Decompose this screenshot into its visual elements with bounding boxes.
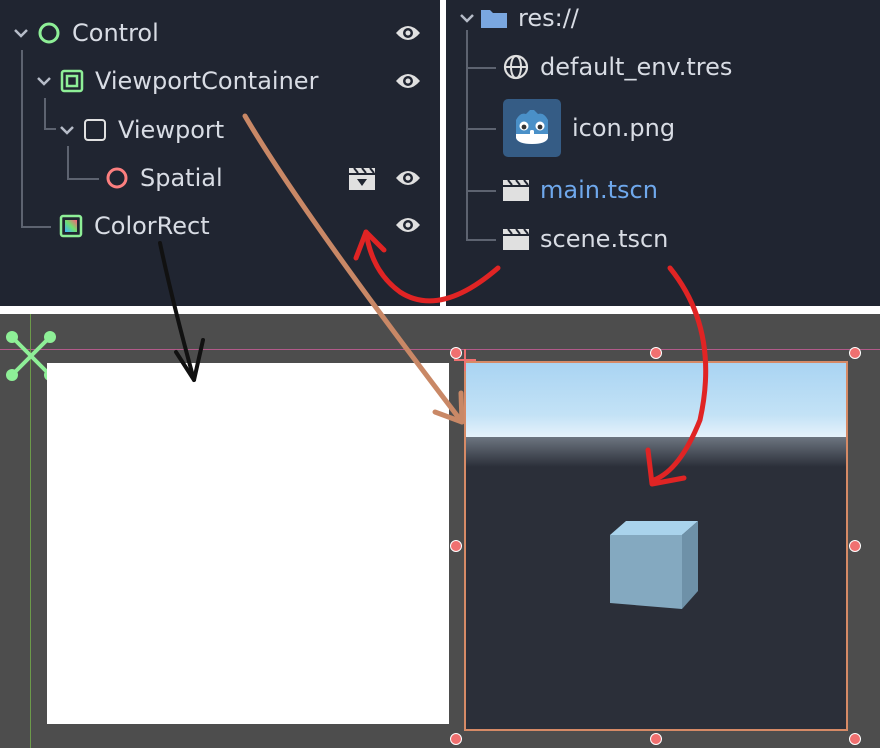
annotation-arrow-black [158, 241, 196, 382]
annotation-arrow-red-2 [651, 265, 709, 483]
annotation-overlay [158, 113, 709, 487]
annotation-arrowhead-red-2 [645, 447, 687, 487]
annotation-arrow-brown [242, 113, 465, 425]
annotation-arrow-red-1 [363, 229, 501, 304]
editor-screenshot: Control ViewportContainer Viewport Spati… [0, 0, 880, 748]
